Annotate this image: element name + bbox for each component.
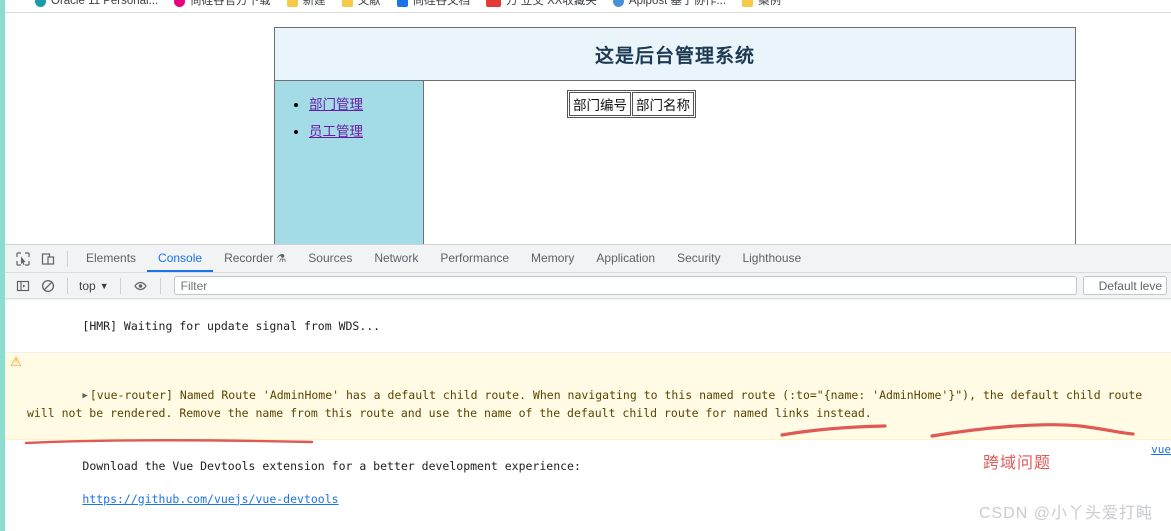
globe-icon	[35, 0, 46, 7]
square-icon	[486, 0, 502, 7]
admin-app-frame: 这是后台管理系统 部门管理 员工管理	[274, 27, 1076, 244]
dot-icon	[174, 0, 186, 7]
list-item: 员工管理	[309, 120, 423, 141]
console-filter-bar: top ▼ Default leve	[5, 273, 1171, 299]
bookmark-label: 新建	[302, 0, 326, 7]
vue-devtools-link[interactable]: https://github.com/vuejs/vue-devtools	[82, 492, 338, 506]
bookmarks-bar: Oracle 11 Personal... 尚硅谷官方下载 新建 文献 尚硅谷文…	[5, 0, 1171, 12]
table-row: 部门编号 部门名称	[569, 92, 694, 116]
filter-input[interactable]	[173, 276, 1077, 295]
page-viewport: 这是后台管理系统 部门管理 员工管理	[5, 13, 1171, 244]
folder-icon	[286, 0, 298, 7]
app-body: 部门管理 员工管理 部门编号 部门名称	[275, 81, 1075, 244]
toolbar-divider	[67, 277, 68, 294]
levels-swatch	[1083, 277, 1095, 294]
toolbar-divider	[119, 277, 121, 294]
chevron-down-icon: ▼	[99, 280, 109, 291]
tab-network[interactable]: Network	[363, 245, 429, 272]
bookmark-item[interactable]: 新建	[286, 0, 326, 7]
warning-icon: ⚠	[10, 353, 22, 369]
globe-icon	[612, 0, 624, 7]
devtools-tabbar: Elements Console Recorder ⚗ Sources Netwo…	[5, 245, 1171, 273]
dept-table: 部门编号 部门名称	[567, 90, 696, 118]
bookmark-item[interactable]: 文献	[341, 0, 381, 7]
execution-context-select[interactable]: top ▼	[75, 279, 113, 293]
source-link[interactable]: vue	[1151, 442, 1171, 459]
column-header-dept-id: 部门编号	[569, 92, 631, 116]
bookmark-label: 尚硅谷官方下载	[190, 0, 271, 7]
column-header-dept-name: 部门名称	[632, 92, 694, 116]
list-item: 部门管理	[309, 93, 423, 114]
bookmark-label: Apipost 基于协作...	[628, 0, 727, 7]
watermark: CSDN @小丫头爱打盹	[978, 505, 1153, 522]
sidebar-nav: 部门管理 员工管理	[275, 81, 424, 244]
tab-application[interactable]: Application	[585, 245, 666, 272]
device-toolbar-icon[interactable]	[35, 246, 60, 272]
folder-icon	[341, 0, 353, 7]
tab-elements[interactable]: Elements	[75, 245, 147, 272]
app-header: 这是后台管理系统	[275, 28, 1075, 81]
execution-context-label: top	[79, 278, 96, 293]
live-expression-icon[interactable]	[128, 273, 153, 299]
console-sidebar-icon[interactable]	[10, 273, 35, 299]
bookmark-item[interactable]: 案例	[742, 0, 781, 7]
bookmark-item[interactable]: 尚硅谷文档	[396, 0, 471, 7]
tab-sources[interactable]: Sources	[297, 245, 363, 272]
bookmark-item[interactable]: 万 立交 XX收藏夹	[486, 0, 597, 7]
tab-memory[interactable]: Memory	[520, 245, 585, 272]
console-message-text: [HMR] Waiting for update signal from WDS…	[82, 318, 381, 333]
bookmark-label: 文献	[357, 0, 381, 7]
console-message-text: [vue-router] Named Route 'AdminHome' has…	[27, 387, 1150, 421]
bookmark-label: 尚硅谷文档	[412, 0, 471, 7]
app-main-content: 部门编号 部门名称	[424, 81, 1075, 244]
log-levels-label: Default leve	[1098, 278, 1162, 293]
annotation-cors-note: 跨域问题	[983, 455, 1052, 472]
bookmark-item[interactable]: Apipost 基于协作...	[612, 0, 727, 7]
toolbar-divider	[159, 277, 161, 294]
tab-security[interactable]: Security	[666, 245, 731, 272]
tab-console[interactable]: Console	[147, 245, 213, 272]
screenshot-root: Oracle 11 Personal... 尚硅谷官方下载 新建 文献 尚硅谷文…	[0, 0, 1171, 531]
bookmark-item[interactable]: 尚硅谷官方下载	[174, 0, 271, 7]
devtools-panel: Elements Console Recorder ⚗ Sources Netwo…	[5, 244, 1171, 531]
console-message-text: Download the Vue Devtools extension for …	[82, 458, 581, 473]
bookmark-label: 案例	[758, 0, 782, 7]
flask-icon: ⚗	[276, 253, 287, 265]
page-title: 这是后台管理系统	[594, 45, 755, 67]
console-message[interactable]: [HMR] Waiting for update signal from WDS…	[5, 300, 1171, 353]
bookmark-item[interactable]: Oracle 11 Personal...	[35, 0, 158, 7]
console-message[interactable]: ⚠ ▶ [vue-router] Named Route 'AdminHome' …	[5, 352, 1171, 440]
tab-recorder-label: Recorder	[224, 251, 274, 265]
square-icon	[396, 0, 408, 7]
log-levels-select[interactable]: Default leve	[1082, 276, 1167, 295]
bookmark-label: 万 立交 XX收藏夹	[506, 0, 597, 7]
folder-icon	[742, 0, 754, 7]
expand-arrow-icon[interactable]: ▶	[82, 388, 87, 405]
sidebar-item-emp[interactable]: 员工管理	[309, 124, 363, 139]
sidebar-item-dept[interactable]: 部门管理	[309, 97, 363, 112]
sidebar-list: 部门管理 员工管理	[275, 93, 423, 141]
tab-recorder[interactable]: Recorder ⚗	[213, 245, 297, 272]
bookmark-label: Oracle 11 Personal...	[51, 0, 159, 7]
dept-table-head: 部门编号 部门名称	[569, 92, 694, 116]
clear-console-icon[interactable]	[35, 273, 60, 299]
inspect-element-icon[interactable]	[10, 246, 35, 272]
tab-lighthouse[interactable]: Lighthouse	[731, 245, 812, 272]
console-log-area[interactable]: [HMR] Waiting for update signal from WDS…	[5, 300, 1171, 531]
tab-performance[interactable]: Performance	[429, 245, 520, 272]
toolbar-divider	[67, 250, 68, 267]
